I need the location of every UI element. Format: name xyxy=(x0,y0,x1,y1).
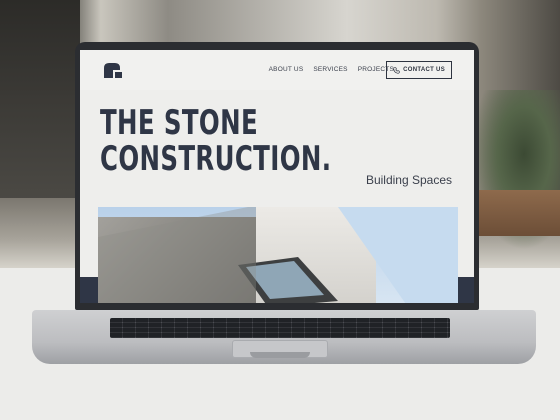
nav-services[interactable]: SERVICES xyxy=(313,66,347,73)
hero-title-line1: THE STONE xyxy=(100,103,259,143)
phone-icon xyxy=(393,66,400,74)
hero-subtitle: Building Spaces xyxy=(365,173,452,187)
background-window xyxy=(0,0,80,200)
hero-title-line2: CONSTRUCTION. xyxy=(100,139,332,179)
architecture-shapes xyxy=(98,207,458,303)
display-left-band xyxy=(80,277,98,303)
hero-image xyxy=(98,207,458,303)
nav-about-us[interactable]: ABOUT US xyxy=(269,66,304,73)
hero-title: THE STONE CONSTRUCTION. xyxy=(100,103,332,179)
site-navbar: ABOUT US SERVICES PROJECTS CONTACT US xyxy=(80,50,474,90)
contact-us-label: CONTACT US xyxy=(403,67,445,73)
laptop-display: ABOUT US SERVICES PROJECTS CONTACT US TH… xyxy=(80,50,474,303)
display-right-band xyxy=(458,277,474,303)
contact-us-button[interactable]: CONTACT US xyxy=(386,61,452,79)
laptop-notch xyxy=(250,352,310,358)
laptop-keyboard xyxy=(110,318,450,338)
stone-logo-icon[interactable] xyxy=(102,62,124,78)
background-bench xyxy=(470,190,560,236)
nav-links: ABOUT US SERVICES PROJECTS xyxy=(269,66,394,73)
